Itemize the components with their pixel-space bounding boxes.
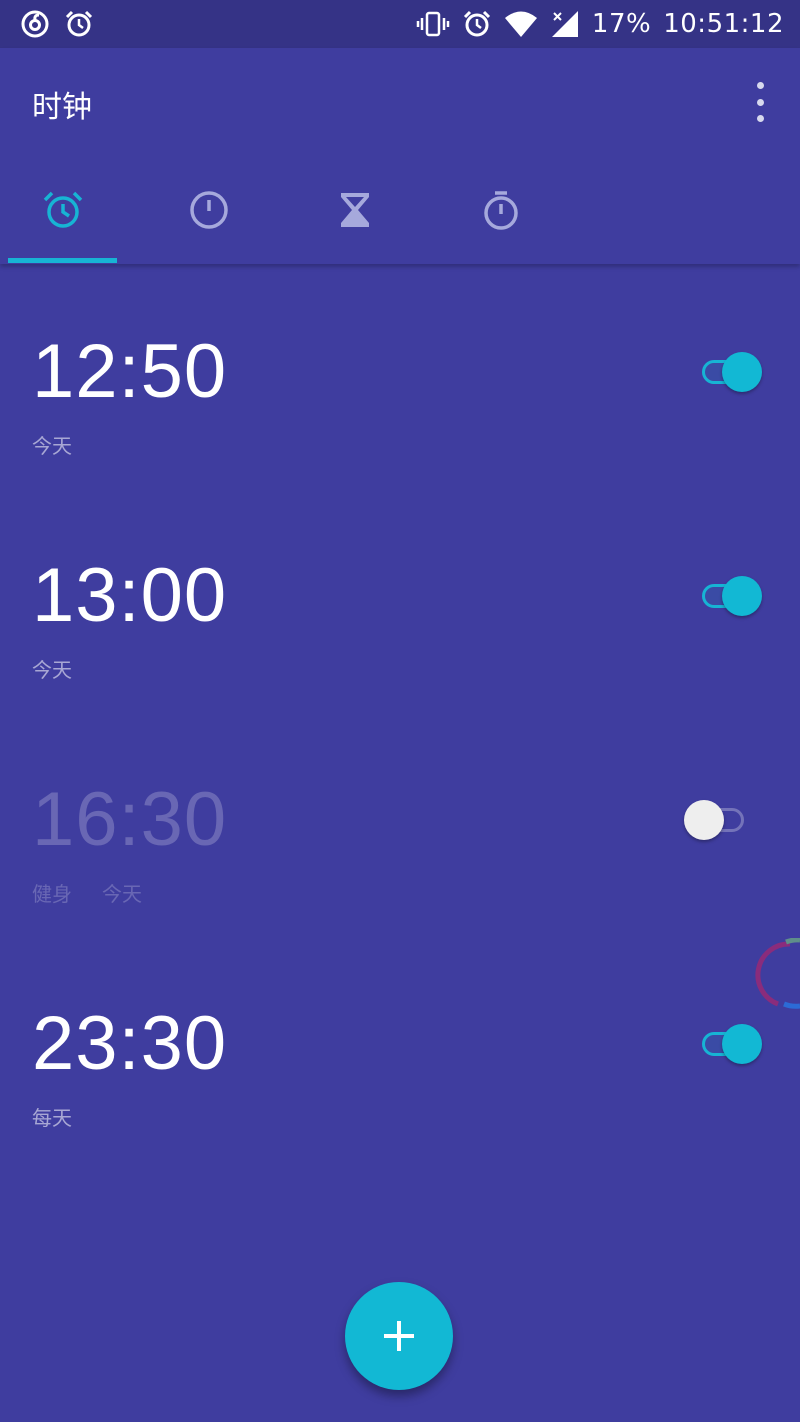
alarm-time[interactable]: 12:50: [32, 332, 227, 412]
signal-icon: [550, 9, 580, 39]
vibrate-icon: [416, 9, 450, 39]
alarm-time[interactable]: 16:30: [32, 780, 227, 860]
more-options-button[interactable]: [748, 82, 772, 122]
wifi-icon: [504, 9, 538, 39]
alarm-details: 今天: [32, 654, 72, 683]
alarm-repeat: 今天: [102, 882, 142, 906]
alarm-clock-icon: [64, 9, 94, 39]
tab-timer[interactable]: [300, 158, 410, 262]
alarm-details: 健身 今天: [32, 878, 142, 907]
alarm-clock-icon: [462, 9, 492, 39]
app-bar: 时钟: [0, 48, 800, 264]
alarm-time[interactable]: 13:00: [32, 556, 227, 636]
alarm-item[interactable]: 13:00 今天: [0, 488, 800, 712]
floating-ball-widget[interactable]: [754, 938, 800, 1012]
add-alarm-button[interactable]: [345, 1282, 453, 1390]
alarm-toggle[interactable]: [684, 800, 746, 840]
tab-stopwatch[interactable]: [446, 158, 556, 262]
plus-icon: [382, 1319, 416, 1353]
status-bar: 17% 10:51:12: [0, 0, 800, 48]
alarm-repeat: 今天: [32, 658, 72, 682]
alarm-details: 每天: [32, 1102, 72, 1131]
alarm-toggle[interactable]: [700, 576, 762, 616]
alarm-toggle[interactable]: [700, 1024, 762, 1064]
battery-level: 17%: [591, 9, 652, 39]
hourglass-icon: [333, 188, 377, 232]
status-time: 10:51:12: [663, 9, 784, 39]
stopwatch-icon: [479, 188, 523, 232]
alarm-time[interactable]: 23:30: [32, 1004, 227, 1084]
alarm-label: 健身: [32, 882, 72, 906]
alarm-item[interactable]: 12:50 今天: [0, 264, 800, 488]
more-vert-icon: [756, 82, 764, 89]
tab-indicator: [8, 258, 117, 263]
tab-bar: [0, 158, 800, 264]
tab-alarm[interactable]: [8, 158, 118, 262]
tab-clock[interactable]: [154, 158, 264, 262]
alarm-details: 今天: [32, 430, 72, 459]
clock-icon: [187, 188, 231, 232]
alarm-icon: [41, 188, 85, 232]
alarm-repeat: 今天: [32, 434, 72, 458]
alarm-item[interactable]: 23:30 每天: [0, 936, 800, 1160]
alarm-toggle[interactable]: [700, 352, 762, 392]
alarm-repeat: 每天: [32, 1106, 72, 1130]
app-title: 时钟: [32, 90, 92, 125]
status-left: [20, 9, 94, 39]
netease-music-icon: [20, 9, 50, 39]
alarm-item[interactable]: 16:30 健身 今天: [0, 712, 800, 936]
status-right: 17% 10:51:12: [416, 9, 784, 39]
